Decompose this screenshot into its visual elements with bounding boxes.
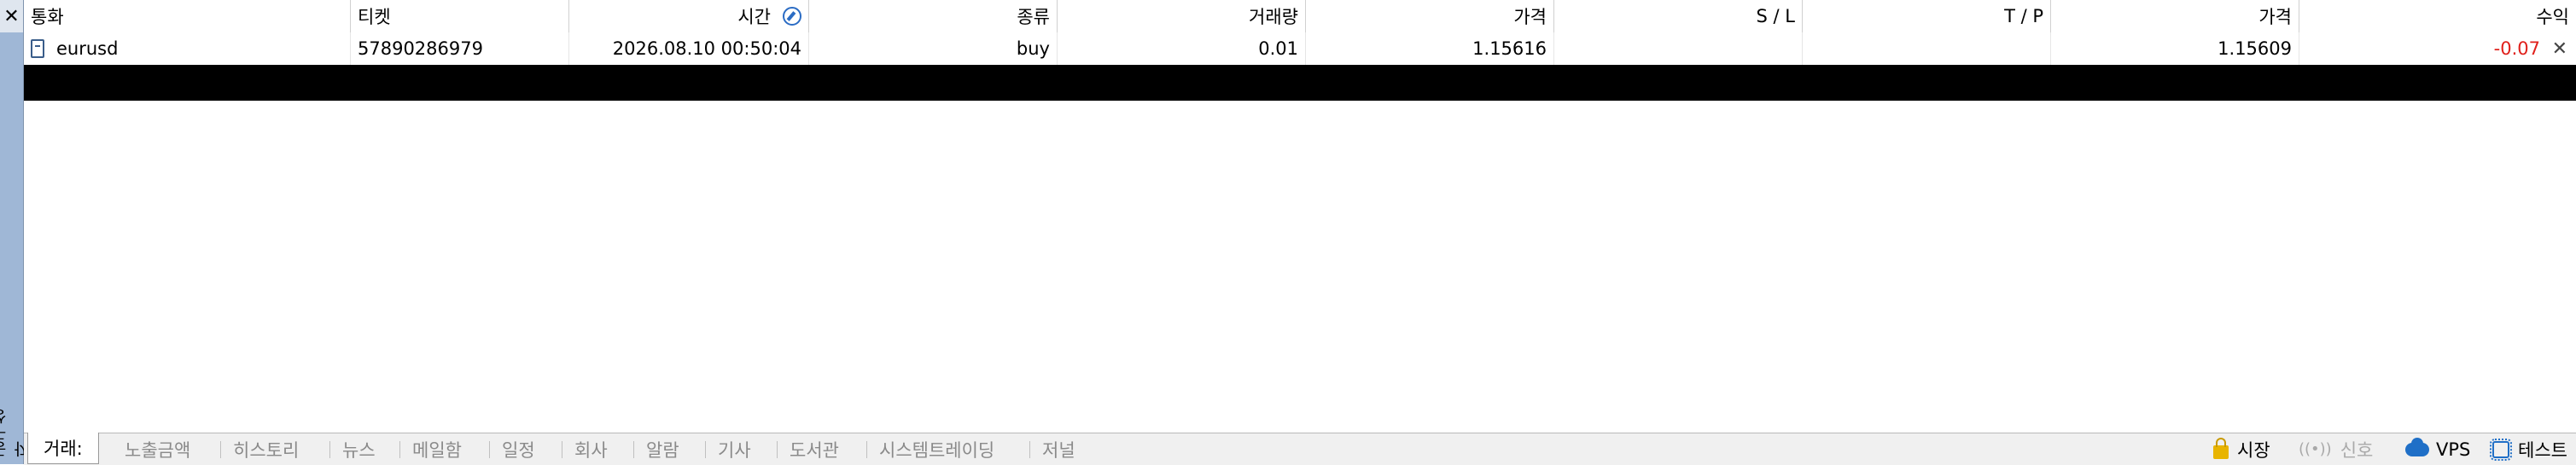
tab-separator: [220, 441, 221, 458]
cell-volume: 0.01: [1058, 32, 1306, 65]
tab-exposure[interactable]: 노출금액: [125, 433, 190, 465]
cell-tp: [1803, 32, 2051, 65]
tab-separator: [399, 441, 400, 458]
cell-type: buy: [809, 32, 1058, 65]
cell-profit: -0.07: [2493, 38, 2540, 59]
tester-button[interactable]: 테스트: [2490, 433, 2567, 465]
close-icon[interactable]: ✕: [0, 0, 23, 32]
lock-icon: [2213, 437, 2229, 459]
edit-icon[interactable]: [783, 7, 801, 26]
table-row[interactable]: eurusd 57890286979 2026.08.10 00:50:04 b…: [24, 32, 2576, 65]
column-header-sl[interactable]: S / L: [1554, 0, 1803, 32]
cell-current-price: 1.15609: [2051, 32, 2299, 65]
tab-separator: [329, 441, 330, 458]
tab-separator: [777, 441, 778, 458]
tab-separator: [705, 441, 706, 458]
chip-icon: [2490, 438, 2512, 461]
close-position-icon[interactable]: ✕: [2552, 32, 2567, 65]
column-header-profit[interactable]: 수익: [2299, 0, 2576, 32]
vps-button[interactable]: VPS: [2405, 433, 2470, 465]
cloud-icon: [2405, 437, 2429, 456]
cell-ticket: 57890286979: [351, 32, 569, 65]
signal-icon: ((•)): [2299, 440, 2332, 458]
document-icon: [31, 39, 44, 58]
column-header-symbol[interactable]: 통화: [24, 0, 351, 32]
cell-symbol: eurusd: [24, 32, 351, 65]
column-header-volume[interactable]: 거래량: [1058, 0, 1306, 32]
cell-sl: [1554, 32, 1803, 65]
column-header-time[interactable]: 시간: [569, 0, 809, 32]
tab-calendar[interactable]: 일정: [502, 433, 535, 465]
summary-row-band: [24, 65, 2576, 101]
tab-library[interactable]: 도서관: [790, 433, 839, 465]
tab-journal[interactable]: 저널: [1042, 433, 1075, 465]
signals-button[interactable]: ((•)) 신호: [2299, 433, 2373, 465]
terminal-tab-bar: 거래: 노출금액 히스토리 뉴스 메일함 일정 회사 알람 기사 도서관 시스템…: [24, 433, 2576, 465]
tab-company[interactable]: 회사: [574, 433, 608, 465]
cell-time: 2026.08.10 00:50:04: [569, 32, 809, 65]
tab-articles[interactable]: 기사: [718, 433, 751, 465]
column-header-ticket[interactable]: 티켓: [351, 0, 569, 32]
tab-news[interactable]: 뉴스: [342, 433, 376, 465]
toolbox-label[interactable]: 공구상자: [0, 398, 32, 457]
tab-trade[interactable]: 거래:: [27, 433, 99, 464]
toolbox-side-panel[interactable]: ✕ 공구상자: [0, 0, 32, 464]
tab-separator: [633, 441, 634, 458]
market-button[interactable]: 시장: [2213, 433, 2270, 465]
column-header-type[interactable]: 종류: [809, 0, 1058, 32]
tab-separator: [489, 441, 490, 458]
column-header-tp[interactable]: T / P: [1803, 0, 2051, 32]
tab-algo-trading[interactable]: 시스템트레이딩: [879, 433, 994, 465]
tab-history[interactable]: 히스토리: [233, 433, 299, 465]
column-header-current-price[interactable]: 가격: [2051, 0, 2299, 32]
column-header-open-price[interactable]: 가격: [1306, 0, 1554, 32]
table-header: 통화 티켓 시간 종류 거래량 가격 S / L T / P 가격 수익: [24, 0, 2576, 33]
tab-separator: [866, 441, 867, 458]
tab-alerts[interactable]: 알람: [646, 433, 679, 465]
tab-separator: [1029, 441, 1030, 458]
tab-mailbox[interactable]: 메일함: [412, 433, 462, 465]
cell-open-price: 1.15616: [1306, 32, 1554, 65]
